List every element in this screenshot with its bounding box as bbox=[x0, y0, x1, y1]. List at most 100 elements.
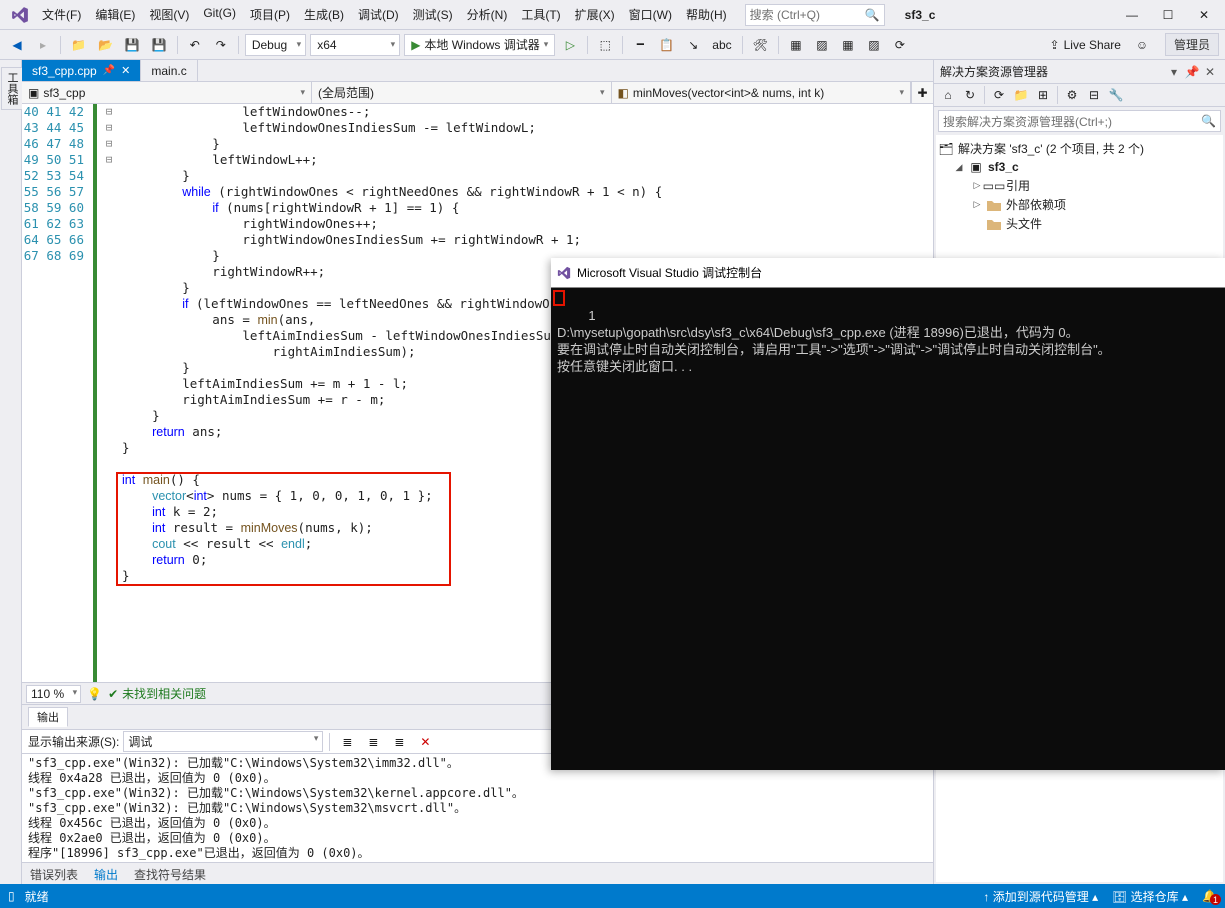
console-title-text: Microsoft Visual Studio 调试控制台 bbox=[577, 264, 762, 281]
tool-b8[interactable]: ▨ bbox=[811, 34, 833, 56]
open-button[interactable]: 📂 bbox=[94, 34, 117, 56]
redo-button[interactable]: ↷ bbox=[210, 34, 232, 56]
out-btn1[interactable]: ≣ bbox=[336, 731, 358, 753]
func-icon: ◧ bbox=[618, 86, 629, 100]
pin-icon[interactable]: 📌 bbox=[103, 65, 115, 76]
tree-extdep[interactable]: ▷ 外部依赖项 bbox=[938, 195, 1221, 214]
expand-icon[interactable]: ◢ bbox=[954, 162, 964, 173]
panel-dropdown-icon[interactable]: ▾ bbox=[1165, 65, 1183, 79]
menu-git[interactable]: Git(G) bbox=[197, 2, 242, 27]
tree-project[interactable]: ◢ ▣ sf3_c bbox=[938, 158, 1221, 176]
menu-tools[interactable]: 工具(T) bbox=[515, 2, 566, 27]
tool-b10[interactable]: ▨ bbox=[863, 34, 885, 56]
home-button[interactable]: ⌂ bbox=[938, 85, 958, 105]
tab-error-list[interactable]: 错误列表 bbox=[22, 863, 86, 884]
tool-b9[interactable]: ▦ bbox=[837, 34, 859, 56]
nav-back-button[interactable]: ◀ bbox=[6, 34, 28, 56]
notifications-icon[interactable]: 🔔 bbox=[1202, 889, 1217, 903]
tree-references[interactable]: ▷ ▭▭ 引用 bbox=[938, 176, 1221, 195]
output-bottom-tabs: 错误列表 输出 查找符号结果 bbox=[22, 862, 933, 884]
se-btn3[interactable]: ⟳ bbox=[989, 85, 1009, 105]
tool-b6[interactable]: 🛠 bbox=[749, 34, 772, 56]
out-btn2[interactable]: ≣ bbox=[362, 731, 384, 753]
menu-file[interactable]: 文件(F) bbox=[36, 2, 87, 27]
select-repo[interactable]: 🗄 选择仓库 ▴ bbox=[1112, 888, 1188, 905]
nav-project-combo[interactable]: ▣ sf3_cpp bbox=[22, 82, 312, 103]
tool-b2[interactable]: 🗕 bbox=[629, 34, 651, 56]
live-share-button[interactable]: ⇪ Live Share bbox=[1044, 38, 1127, 52]
se-btn2[interactable]: ↻ bbox=[960, 85, 980, 105]
nav-scope-combo[interactable]: (全局范围) bbox=[312, 82, 612, 103]
nav-func-combo[interactable]: ◧ minMoves(vector<int>& nums, int k) bbox=[612, 82, 912, 103]
menu-edit[interactable]: 编辑(E) bbox=[89, 2, 141, 27]
tab-output[interactable]: 输出 bbox=[86, 863, 126, 884]
maximize-button[interactable]: ☐ bbox=[1151, 4, 1185, 26]
solution-search[interactable]: 搜索解决方案资源管理器(Ctrl+;) 🔍 bbox=[938, 110, 1221, 132]
tab-find-symbols[interactable]: 查找符号结果 bbox=[126, 863, 214, 884]
zoom-combo[interactable]: 110 % bbox=[26, 685, 81, 703]
start-no-debug-button[interactable]: ▷ bbox=[559, 34, 581, 56]
live-share-icon: ⇪ bbox=[1050, 38, 1060, 52]
tool-b7[interactable]: ▦ bbox=[785, 34, 807, 56]
menu-window[interactable]: 窗口(W) bbox=[623, 2, 678, 27]
menu-analyze[interactable]: 分析(N) bbox=[461, 2, 514, 27]
undo-button[interactable]: ↶ bbox=[184, 34, 206, 56]
panel-close-icon[interactable]: ✕ bbox=[1201, 65, 1219, 79]
vs-icon bbox=[557, 266, 571, 280]
tool-b3[interactable]: 📋 bbox=[655, 34, 678, 56]
menu-test[interactable]: 测试(S) bbox=[407, 2, 459, 27]
change-track bbox=[88, 104, 102, 682]
tool-b11[interactable]: ⟳ bbox=[889, 34, 911, 56]
out-clear-button[interactable]: ✕ bbox=[414, 731, 436, 753]
tab-other[interactable]: main.c bbox=[141, 60, 197, 81]
se-btn4[interactable]: 📁 bbox=[1011, 85, 1031, 105]
expand-icon[interactable]: ▷ bbox=[972, 180, 982, 191]
se-btn6[interactable]: ⚙ bbox=[1062, 85, 1082, 105]
tree-solution-root[interactable]: 🗂 解决方案 'sf3_c' (2 个项目, 共 2 个) bbox=[938, 139, 1221, 158]
project-icon: ▣ bbox=[28, 86, 39, 100]
expand-icon[interactable]: ▷ bbox=[972, 199, 982, 210]
menu-view[interactable]: 视图(V) bbox=[143, 2, 195, 27]
menu-help[interactable]: 帮助(H) bbox=[680, 2, 733, 27]
config-combo[interactable]: Debug bbox=[245, 34, 306, 56]
menu-debug[interactable]: 调试(D) bbox=[352, 2, 405, 27]
toolbox-tab[interactable]: 工具箱 bbox=[1, 67, 23, 110]
fold-column[interactable]: ⊟ ⊟ ⊟ ⊟ bbox=[102, 104, 116, 682]
out-btn3[interactable]: ≣ bbox=[388, 731, 410, 753]
minimize-button[interactable]: — bbox=[1115, 4, 1149, 26]
feedback-button[interactable]: ☺ bbox=[1131, 34, 1153, 56]
issues-status[interactable]: ✔ 未找到相关问题 bbox=[108, 685, 206, 702]
nav-fwd-button[interactable]: ▸ bbox=[32, 34, 54, 56]
add-src-control[interactable]: ↑ 添加到源代码管理 ▴ bbox=[983, 888, 1098, 905]
save-all-button[interactable]: 💾 bbox=[148, 34, 171, 56]
close-button[interactable]: ✕ bbox=[1187, 4, 1221, 26]
se-btn8[interactable]: 🔧 bbox=[1106, 85, 1126, 105]
menu-project[interactable]: 项目(P) bbox=[244, 2, 296, 27]
se-btn5[interactable]: ⊞ bbox=[1033, 85, 1053, 105]
editor-tabs: sf3_cpp.cpp 📌 ✕ main.c bbox=[22, 60, 933, 82]
nav-split-button[interactable]: ✚ bbox=[911, 82, 933, 103]
tool-b1[interactable]: ⬚ bbox=[594, 34, 616, 56]
platform-combo[interactable]: x64 bbox=[310, 34, 400, 56]
se-btn7[interactable]: ⊟ bbox=[1084, 85, 1104, 105]
tool-b4[interactable]: ↘ bbox=[682, 34, 704, 56]
output-text[interactable]: "sf3_cpp.exe"(Win32): 已加载"C:\Windows\Sys… bbox=[22, 754, 933, 862]
panel-pin-icon[interactable]: 📌 bbox=[1183, 65, 1201, 79]
tool-b5[interactable]: abc bbox=[708, 34, 735, 56]
new-project-button[interactable]: 📁 bbox=[67, 34, 90, 56]
quick-search[interactable]: 搜索 (Ctrl+Q) 🔍 bbox=[745, 4, 885, 26]
menu-build[interactable]: 生成(B) bbox=[298, 2, 350, 27]
status-bar: ▯ 就绪 ↑ 添加到源代码管理 ▴ 🗄 选择仓库 ▴ 🔔 bbox=[0, 884, 1225, 908]
admin-badge: 管理员 bbox=[1165, 33, 1219, 56]
console-titlebar[interactable]: Microsoft Visual Studio 调试控制台 bbox=[551, 258, 1225, 288]
console-body[interactable]: 1 D:\mysetup\gopath\src\dsy\sf3_c\x64\De… bbox=[551, 288, 1225, 770]
save-button[interactable]: 💾 bbox=[121, 34, 144, 56]
tree-headers[interactable]: 头文件 bbox=[938, 214, 1221, 233]
project-icon: ▣ bbox=[968, 159, 984, 175]
close-tab-icon[interactable]: ✕ bbox=[121, 64, 130, 77]
tab-active[interactable]: sf3_cpp.cpp 📌 ✕ bbox=[22, 60, 141, 81]
menu-extensions[interactable]: 扩展(X) bbox=[569, 2, 621, 27]
bulb-icon[interactable]: 💡 bbox=[87, 687, 102, 701]
start-debug-button[interactable]: ▶ 本地 Windows 调试器 ▾ bbox=[404, 34, 555, 56]
output-source-combo[interactable]: 调试 bbox=[123, 731, 323, 752]
